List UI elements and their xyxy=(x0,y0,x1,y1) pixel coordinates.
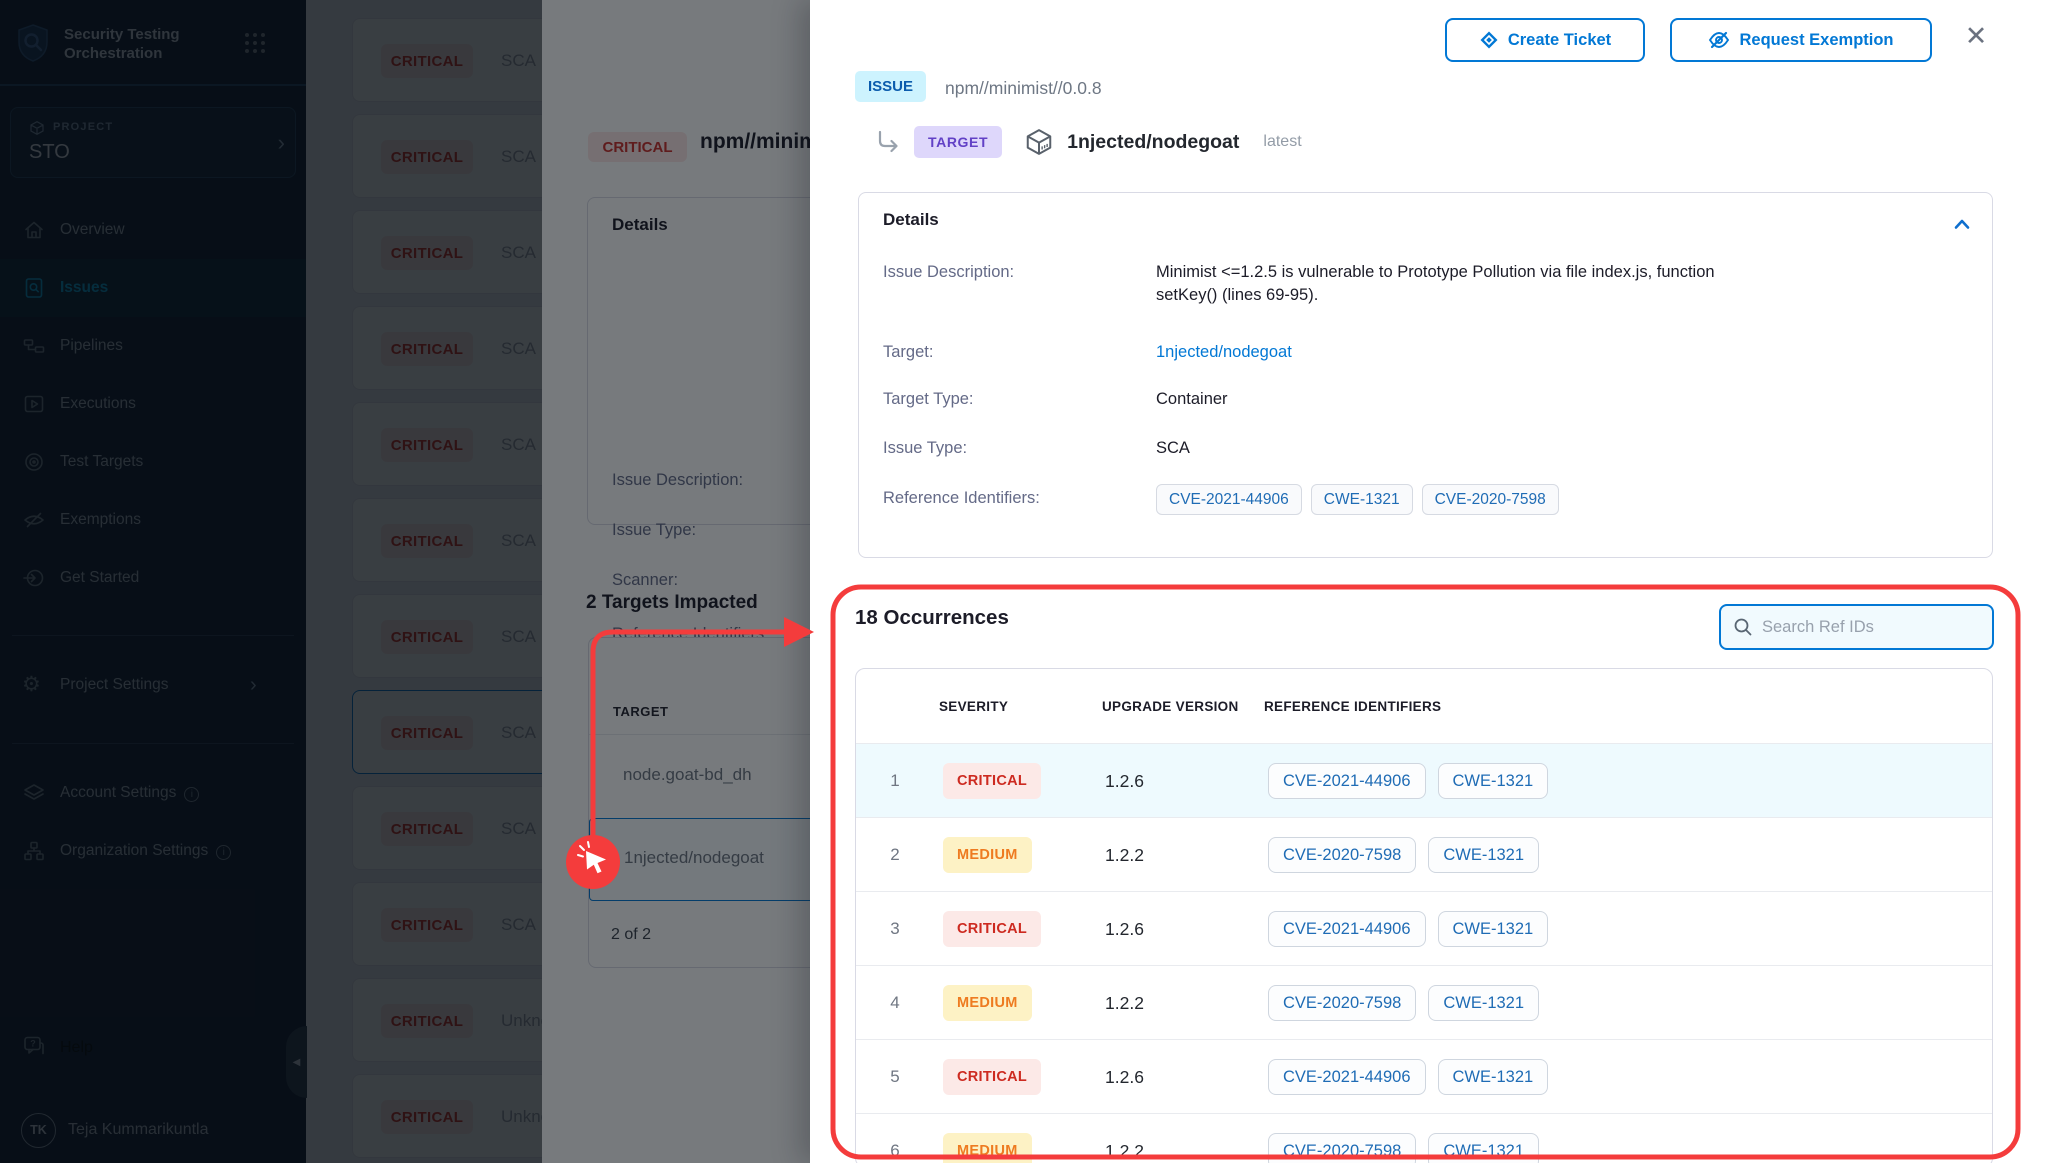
severity-badge: MEDIUM xyxy=(943,985,1032,1021)
occurrences-table: SEVERITY UPGRADE VERSION REFERENCE IDENT… xyxy=(855,668,1993,1163)
occurrence-row[interactable]: 6 MEDIUM 1.2.2 CVE-2020-7598 CWE-1321 xyxy=(856,1113,1992,1163)
search-input[interactable] xyxy=(1762,618,1962,637)
reference-chip[interactable]: CWE-1321 xyxy=(1428,837,1539,873)
reference-chip[interactable]: CWE-1321 xyxy=(1438,763,1549,799)
issue-detail-modal: Create Ticket Request Exemption ✕ ISSUE … xyxy=(810,0,2048,1163)
severity-badge: CRITICAL xyxy=(943,763,1041,799)
target-tag: latest xyxy=(1263,133,1301,151)
occurrences-heading: 18 Occurrences xyxy=(855,606,1009,630)
eye-slash-icon xyxy=(1708,29,1730,51)
upgrade-version: 1.2.6 xyxy=(1105,1040,1144,1114)
reference-chip[interactable]: CWE-1321 xyxy=(1438,911,1549,947)
details-card: Details Issue Description: Minimist <=1.… xyxy=(858,192,1993,558)
target-name: 1njected/nodegoat xyxy=(1067,131,1239,154)
details-title: Details xyxy=(883,210,939,230)
reference-chip[interactable]: CVE-2021-44906 xyxy=(1268,1059,1426,1095)
severity-badge: CRITICAL xyxy=(943,911,1041,947)
close-icon[interactable]: ✕ xyxy=(1956,16,1996,56)
occurrence-row[interactable]: 4 MEDIUM 1.2.2 CVE-2020-7598 CWE-1321 xyxy=(856,965,1992,1039)
upgrade-version: 1.2.6 xyxy=(1105,892,1144,966)
occurrence-row[interactable]: 2 MEDIUM 1.2.2 CVE-2020-7598 CWE-1321 xyxy=(856,817,1992,891)
row-number: 1 xyxy=(880,744,910,818)
reference-chip[interactable]: CVE-2021-44906 xyxy=(1156,484,1302,515)
severity-badge: MEDIUM xyxy=(943,837,1032,873)
reference-chips: CVE-2021-44906 CWE-1321 CVE-2020-7598 xyxy=(1156,484,1559,515)
target-header: TARGET 1njected/nodegoat latest xyxy=(874,122,1302,162)
upgrade-version: 1.2.2 xyxy=(1105,966,1144,1040)
severity-badge: MEDIUM xyxy=(943,1133,1032,1163)
row-number: 6 xyxy=(880,1114,910,1163)
issue-description-value: Minimist <=1.2.5 is vulnerable to Protot… xyxy=(1156,263,1715,282)
reference-chip[interactable]: CWE-1321 xyxy=(1311,484,1413,515)
reference-chip[interactable]: CWE-1321 xyxy=(1438,1059,1549,1095)
reference-chip[interactable]: CVE-2020-7598 xyxy=(1422,484,1559,515)
issue-type-value: SCA xyxy=(1156,439,1190,458)
reference-chips: CVE-2021-44906 CWE-1321 xyxy=(1268,763,1548,799)
target-badge: TARGET xyxy=(914,126,1002,158)
row-number: 2 xyxy=(880,818,910,892)
reference-chips: CVE-2020-7598 CWE-1321 xyxy=(1268,1133,1539,1163)
reference-chip[interactable]: CWE-1321 xyxy=(1428,1133,1539,1163)
dim-overlay xyxy=(0,0,810,1163)
upgrade-version: 1.2.6 xyxy=(1105,744,1144,818)
upgrade-version: 1.2.2 xyxy=(1105,1114,1144,1163)
row-number: 4 xyxy=(880,966,910,1040)
issue-id: npm//minimist//0.0.8 xyxy=(945,78,1102,99)
reference-chip[interactable]: CVE-2021-44906 xyxy=(1268,763,1426,799)
reference-chip[interactable]: CVE-2020-7598 xyxy=(1268,1133,1416,1163)
row-number: 3 xyxy=(880,892,910,966)
reference-chips: CVE-2021-44906 CWE-1321 xyxy=(1268,911,1548,947)
package-cube-icon xyxy=(1024,127,1054,157)
branch-arrow-icon xyxy=(874,128,902,156)
request-exemption-button[interactable]: Request Exemption xyxy=(1670,18,1932,62)
occurrence-row[interactable]: 5 CRITICAL 1.2.6 CVE-2021-44906 CWE-1321 xyxy=(856,1039,1992,1113)
reference-chip[interactable]: CWE-1321 xyxy=(1428,985,1539,1021)
target-link[interactable]: 1njected/nodegoat xyxy=(1156,343,1292,362)
issue-description-value: setKey() (lines 69-95). xyxy=(1156,286,1318,305)
reference-chip[interactable]: CVE-2020-7598 xyxy=(1268,837,1416,873)
target-type-value: Container xyxy=(1156,390,1228,409)
occurrence-row[interactable]: 3 CRITICAL 1.2.6 CVE-2021-44906 CWE-1321 xyxy=(856,891,1992,965)
search-ref-ids[interactable] xyxy=(1719,604,1994,650)
occurrence-row[interactable]: 1 CRITICAL 1.2.6 CVE-2021-44906 CWE-1321 xyxy=(856,743,1992,817)
reference-chip[interactable]: CVE-2020-7598 xyxy=(1268,985,1416,1021)
table-header: SEVERITY UPGRADE VERSION REFERENCE IDENT… xyxy=(856,669,1992,743)
reference-chips: CVE-2020-7598 CWE-1321 xyxy=(1268,837,1539,873)
issue-badge: ISSUE xyxy=(855,71,926,102)
upgrade-version: 1.2.2 xyxy=(1105,818,1144,892)
search-icon xyxy=(1733,617,1753,637)
severity-badge: CRITICAL xyxy=(943,1059,1041,1095)
chevron-up-icon[interactable] xyxy=(1953,217,1971,235)
reference-chips: CVE-2021-44906 CWE-1321 xyxy=(1268,1059,1548,1095)
row-number: 5 xyxy=(880,1040,910,1114)
create-ticket-button[interactable]: Create Ticket xyxy=(1445,18,1645,62)
reference-chip[interactable]: CVE-2021-44906 xyxy=(1268,911,1426,947)
diamond-icon xyxy=(1479,30,1499,50)
reference-chips: CVE-2020-7598 CWE-1321 xyxy=(1268,985,1539,1021)
